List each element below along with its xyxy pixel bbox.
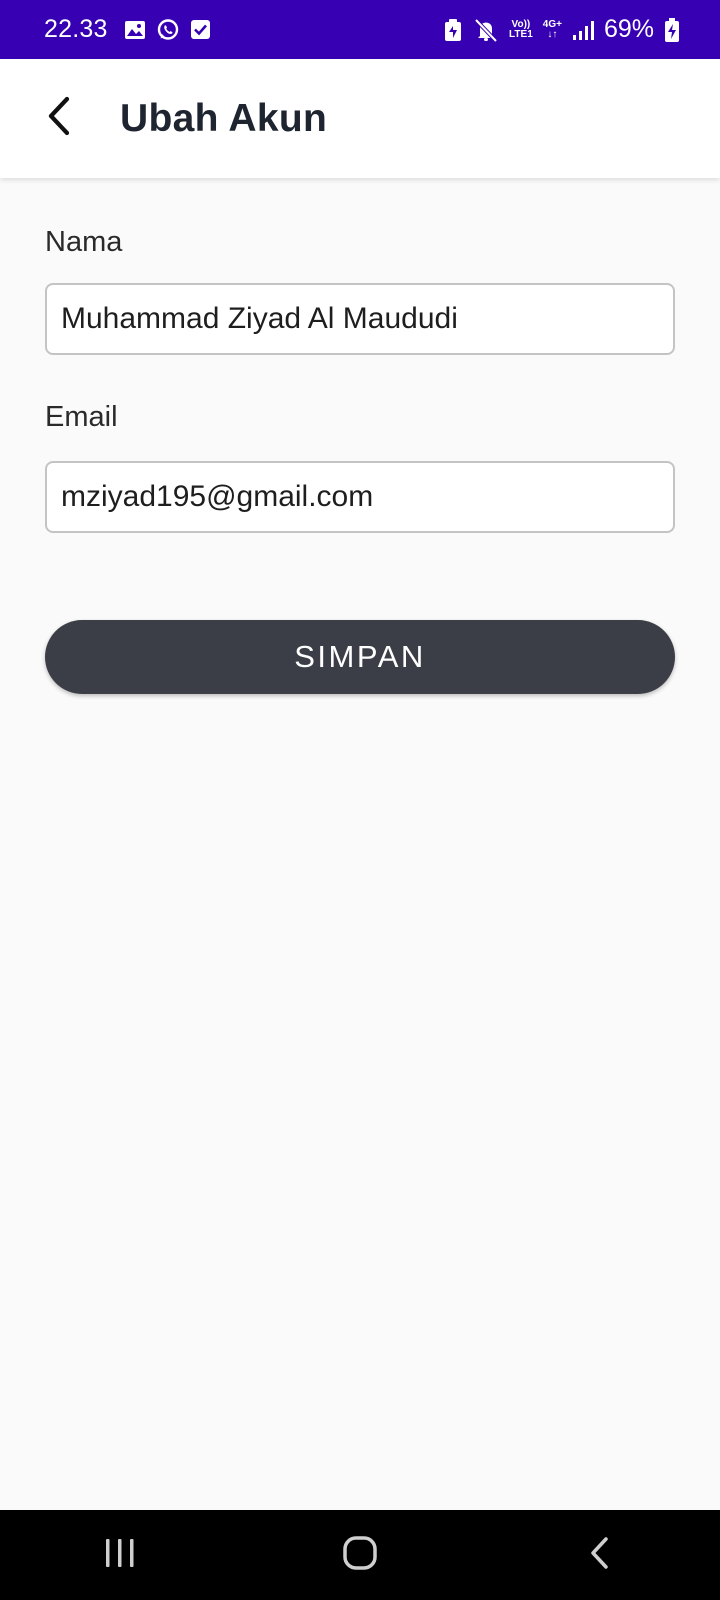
home-button[interactable] <box>300 1515 420 1595</box>
recents-icon <box>103 1537 137 1574</box>
page-title: Ubah Akun <box>120 96 328 140</box>
battery-saver-icon <box>443 18 463 42</box>
status-bar: 22.33 Vo)) LTE1 4G+ ↓↑ 69% <box>0 0 720 59</box>
volte-top-label: Vo)) <box>511 18 531 30</box>
name-input[interactable] <box>45 283 675 355</box>
volte-bottom-label: LTE1 <box>509 28 533 40</box>
battery-percent: 69% <box>603 15 654 43</box>
email-label: Email <box>45 401 118 433</box>
back-button[interactable] <box>28 87 92 151</box>
save-button[interactable]: SIMPAN <box>45 620 675 694</box>
signal-icon <box>572 19 594 41</box>
screen: 22.33 Vo)) LTE1 4G+ ↓↑ 69% Ubah Akun Nam… <box>0 0 720 1600</box>
gallery-icon <box>124 20 146 40</box>
home-icon <box>342 1535 378 1576</box>
status-time: 22.33 <box>44 15 108 43</box>
network-type-label: 4G+ <box>542 18 562 30</box>
battery-charging-icon <box>664 17 680 43</box>
back-icon <box>588 1536 612 1575</box>
name-label: Nama <box>45 226 123 258</box>
system-nav-bar <box>0 1510 720 1600</box>
chevron-left-icon <box>43 96 77 141</box>
volte-indicator: Vo)) LTE1 <box>509 18 533 40</box>
status-left: 22.33 <box>44 15 211 44</box>
task-check-icon <box>190 19 211 40</box>
whatsapp-icon <box>156 18 180 42</box>
status-right: Vo)) LTE1 4G+ ↓↑ 69% <box>443 15 680 44</box>
email-input[interactable] <box>45 461 675 533</box>
system-back-button[interactable] <box>540 1515 660 1595</box>
mute-icon <box>473 17 499 43</box>
data-arrows-icon: ↓↑ <box>547 28 558 40</box>
recents-button[interactable] <box>60 1515 180 1595</box>
app-bar: Ubah Akun <box>0 59 720 178</box>
network-type-indicator: 4G+ ↓↑ <box>542 18 562 40</box>
